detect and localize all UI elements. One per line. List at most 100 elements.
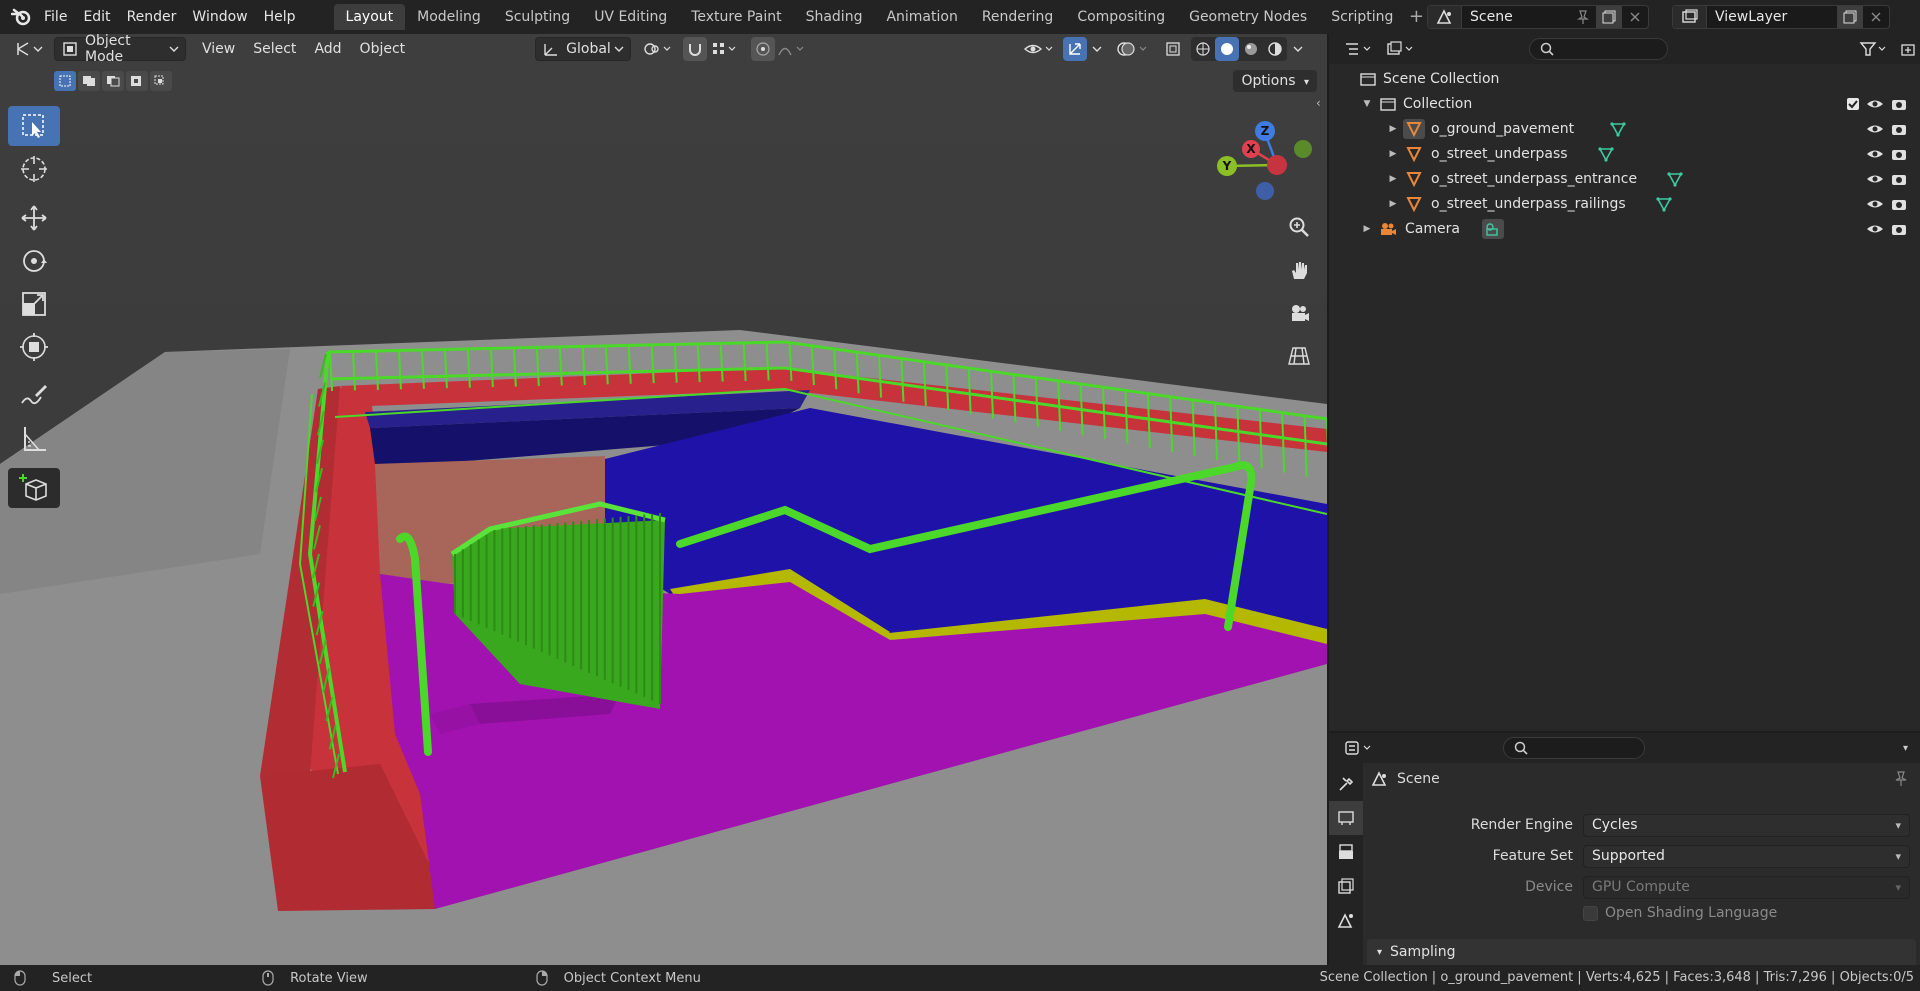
menu-object[interactable]: Object [354,37,412,61]
render-camera-icon[interactable] [1890,97,1908,111]
tool-settings-tab-icon[interactable] [1329,767,1363,801]
scene-icon[interactable] [1428,6,1462,28]
visibility-button[interactable] [1021,37,1057,61]
viewlayer-selector[interactable]: ViewLayer [1672,5,1890,29]
tab-layout[interactable]: Layout [333,4,406,30]
viewlayer-name[interactable]: ViewLayer [1707,9,1837,25]
pan-hand-icon[interactable] [1282,253,1316,287]
select-intersect-icon[interactable] [150,71,172,91]
gizmo-neg-y-icon[interactable] [1294,140,1312,158]
outliner-row-scene-collection[interactable]: Scene Collection [1329,66,1920,91]
mesh-data-icon[interactable] [1667,171,1683,187]
render-tab-icon[interactable] [1329,801,1363,835]
menu-window[interactable]: Window [184,4,255,30]
filter-icon[interactable] [1856,37,1892,61]
3d-viewport[interactable]: Object Mode View Select Add Object Globa… [0,34,1327,965]
tab-uv-editing[interactable]: UV Editing [582,4,679,30]
tab-texture-paint[interactable]: Texture Paint [679,4,793,30]
menu-file[interactable]: File [36,4,75,30]
material-shading-icon[interactable] [1239,37,1263,61]
measure-tool[interactable] [8,419,60,459]
viewlayer-icon[interactable] [1673,6,1707,28]
proportional-editing-toggle[interactable] [751,37,776,61]
outliner-row-object[interactable]: ▶ o_street_underpass_railings [1329,191,1920,216]
add-workspace-button[interactable]: + [1405,4,1427,30]
editor-type-button[interactable] [8,37,50,61]
tab-animation[interactable]: Animation [874,4,969,30]
new-scene-icon[interactable] [1596,6,1622,28]
pivot-point-button[interactable] [639,37,675,61]
scene-name[interactable]: Scene [1462,9,1570,25]
shading-dropdown[interactable] [1287,37,1309,61]
tab-shading[interactable]: Shading [794,4,875,30]
properties-search-input[interactable] [1503,737,1645,759]
expand-arrow-icon[interactable]: ▶ [1387,199,1399,209]
select-new-icon[interactable] [54,71,76,91]
solid-shading-icon[interactable] [1215,37,1240,61]
tab-modeling[interactable]: Modeling [405,4,493,30]
expand-arrow-icon[interactable]: ▶ [1387,174,1399,184]
pin-icon[interactable] [1894,771,1908,791]
tab-sculpting[interactable]: Sculpting [493,4,582,30]
scene-selector[interactable]: Scene [1427,5,1649,29]
outliner-row-object[interactable]: ▶ o_street_underpass_entrance [1329,166,1920,191]
menu-select[interactable]: Select [247,37,302,61]
outliner-row-object[interactable]: ▶ o_street_underpass [1329,141,1920,166]
tab-rendering[interactable]: Rendering [970,4,1066,30]
rendered-shading-icon[interactable] [1263,37,1287,61]
snap-target-button[interactable] [707,37,741,61]
zoom-icon[interactable] [1282,210,1316,244]
tab-compositing[interactable]: Compositing [1065,4,1177,30]
pin-icon[interactable] [1570,6,1596,28]
eye-icon[interactable] [1866,222,1884,236]
outliner-row-object[interactable]: ▶ o_ground_pavement [1329,116,1920,141]
delete-scene-icon[interactable] [1622,6,1648,28]
eye-icon[interactable] [1866,197,1884,211]
expand-arrow-icon[interactable]: ▶ [1387,149,1399,159]
new-viewlayer-icon[interactable] [1837,6,1863,28]
select-subtract-icon[interactable] [102,71,124,91]
xray-toggle[interactable] [1161,37,1185,61]
select-invert-icon[interactable] [126,71,148,91]
camera-view-icon[interactable] [1282,296,1316,330]
collapse-sidebar-icon[interactable]: ‹ [1316,96,1321,110]
menu-edit[interactable]: Edit [75,4,118,30]
osl-checkbox[interactable] [1583,905,1598,921]
render-camera-icon[interactable] [1890,172,1908,186]
expand-arrow-icon[interactable]: ▼ [1361,99,1373,109]
rotate-tool[interactable] [8,241,60,281]
annotate-tool[interactable] [8,376,60,416]
checkbox-checked-icon[interactable] [1846,97,1860,111]
mesh-data-icon[interactable] [1656,196,1672,212]
expand-arrow-icon[interactable]: ▶ [1361,224,1373,234]
transform-orientation-selector[interactable]: Global [535,37,632,61]
scene-tab-icon[interactable] [1329,903,1363,937]
tab-geometry-nodes[interactable]: Geometry Nodes [1177,4,1319,30]
delete-viewlayer-icon[interactable] [1863,6,1889,28]
menu-render[interactable]: Render [119,4,185,30]
mesh-data-icon[interactable] [1597,146,1614,162]
perspective-toggle-icon[interactable] [1282,339,1316,373]
move-tool[interactable] [8,198,60,238]
eye-icon[interactable] [1866,172,1884,186]
add-cube-tool[interactable] [8,468,60,508]
camera-data-icon[interactable] [1481,218,1504,239]
options-dropdown[interactable]: Options ▾ [1233,70,1317,92]
expand-arrow-icon[interactable]: ▶ [1387,124,1399,134]
render-camera-icon[interactable] [1890,147,1908,161]
tab-scripting[interactable]: Scripting [1319,4,1405,30]
cursor-tool[interactable] [8,149,60,189]
outliner-row-collection[interactable]: ▼ Collection [1329,91,1920,116]
render-camera-icon[interactable] [1890,197,1908,211]
output-tab-icon[interactable] [1329,835,1363,869]
navigation-gizmo[interactable]: Z X Y [1205,109,1325,209]
scale-tool[interactable] [8,284,60,324]
properties-editor-type-icon[interactable] [1341,736,1377,760]
gizmo-neg-z-icon[interactable] [1256,182,1274,200]
wireframe-shading-icon[interactable] [1191,37,1215,61]
snap-toggle[interactable] [683,37,708,61]
view-layer-tab-icon[interactable] [1329,869,1363,903]
falloff-button[interactable] [775,37,809,61]
viewport-scene[interactable] [0,34,1327,965]
feature-set-dropdown[interactable]: Supported ▾ [1583,844,1910,868]
